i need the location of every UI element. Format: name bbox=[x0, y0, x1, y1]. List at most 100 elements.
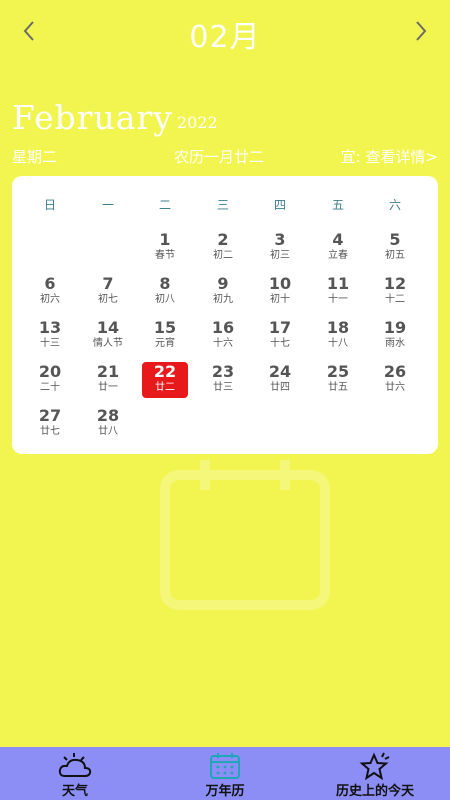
day-number: 26 bbox=[383, 362, 407, 381]
year-label: 2022 bbox=[177, 113, 218, 132]
lunar-day-label: 十一 bbox=[328, 294, 348, 305]
day-number: 6 bbox=[44, 274, 56, 293]
month-name-english: February bbox=[12, 98, 173, 137]
day-number: 5 bbox=[389, 230, 401, 249]
day-number: 4 bbox=[332, 230, 344, 249]
tab-calendar-label: 万年历 bbox=[205, 784, 245, 799]
lunar-day-label: 初六 bbox=[40, 294, 60, 305]
view-details-link[interactable]: 宜: 查看详情> bbox=[341, 146, 438, 167]
day-cell[interactable]: 16 十六 bbox=[200, 318, 246, 354]
tab-calendar[interactable]: 万年历 bbox=[170, 747, 280, 800]
weekday-6: 六 bbox=[388, 198, 401, 212]
next-month-button[interactable] bbox=[406, 14, 436, 48]
lunar-day-label: 廿五 bbox=[328, 382, 348, 393]
lunar-day-label: 初十 bbox=[270, 294, 290, 305]
day-number: 12 bbox=[383, 274, 407, 293]
day-number: 7 bbox=[102, 274, 114, 293]
day-number: 24 bbox=[268, 362, 292, 381]
day-cell[interactable]: 4 立春 bbox=[315, 230, 361, 266]
day-cell[interactable]: 14 情人节 bbox=[85, 318, 131, 354]
weekday-5: 五 bbox=[331, 198, 344, 212]
day-cell[interactable]: 9 初九 bbox=[200, 274, 246, 310]
day-number: 14 bbox=[96, 318, 120, 337]
day-cell[interactable]: 12 十二 bbox=[372, 274, 418, 310]
day-number: 10 bbox=[268, 274, 292, 293]
day-cell[interactable]: 7 初七 bbox=[85, 274, 131, 310]
weekday-2: 二 bbox=[158, 198, 171, 212]
day-cell[interactable]: 6 初六 bbox=[27, 274, 73, 310]
background-watermark bbox=[160, 460, 330, 610]
day-cell[interactable]: 23 廿三 bbox=[200, 362, 246, 398]
day-cell[interactable]: 26 廿六 bbox=[372, 362, 418, 398]
lunar-day-label: 十八 bbox=[328, 338, 348, 349]
lunar-day-label: 初二 bbox=[213, 250, 233, 261]
day-cell[interactable]: 25 廿五 bbox=[315, 362, 361, 398]
day-cell[interactable]: 3 初三 bbox=[257, 230, 303, 266]
month-title: 02月 bbox=[189, 20, 261, 55]
day-cell[interactable]: 15 元宵 bbox=[142, 318, 188, 354]
weekday-label: 星期二 bbox=[12, 148, 58, 166]
day-number: 9 bbox=[217, 274, 229, 293]
weekday-4: 四 bbox=[273, 198, 286, 212]
day-cell[interactable]: 28 廿八 bbox=[85, 406, 131, 442]
lunar-day-label: 初八 bbox=[155, 294, 175, 305]
day-cell[interactable]: 11 十一 bbox=[315, 274, 361, 310]
lunar-day-label: 元宵 bbox=[155, 338, 175, 349]
lunar-day-label: 初五 bbox=[385, 250, 405, 261]
day-cell[interactable]: 13 十三 bbox=[27, 318, 73, 354]
lunar-date-label: 农历一月廿二 bbox=[174, 148, 265, 166]
day-number: 23 bbox=[211, 362, 235, 381]
weekday-header: 日一二三四五六 bbox=[12, 196, 438, 212]
weather-cloud-sun-icon bbox=[58, 753, 92, 777]
day-number: 28 bbox=[96, 406, 120, 425]
day-cell[interactable]: 2 初二 bbox=[200, 230, 246, 266]
lunar-day-label: 十七 bbox=[270, 338, 290, 349]
day-cell[interactable]: 27 廿七 bbox=[27, 406, 73, 442]
day-number: 27 bbox=[38, 406, 62, 425]
tab-history-today[interactable]: 历史上的今天 bbox=[320, 747, 430, 800]
lunar-day-label: 初九 bbox=[213, 294, 233, 305]
day-number: 16 bbox=[211, 318, 235, 337]
lunar-day-label: 廿六 bbox=[385, 382, 405, 393]
day-number: 15 bbox=[153, 318, 177, 337]
lunar-day-label: 廿二 bbox=[155, 382, 175, 393]
day-cell[interactable]: 24 廿四 bbox=[257, 362, 303, 398]
day-cell[interactable]: 19 雨水 bbox=[372, 318, 418, 354]
day-cell[interactable]: 10 初十 bbox=[257, 274, 303, 310]
day-cell-selected[interactable]: 22 廿二 bbox=[142, 362, 188, 398]
lunar-day-label: 廿八 bbox=[98, 426, 118, 437]
lunar-day-label: 雨水 bbox=[385, 338, 405, 349]
lunar-day-label: 廿四 bbox=[270, 382, 290, 393]
lunar-day-label: 十二 bbox=[385, 294, 405, 305]
day-cell[interactable]: 21 廿一 bbox=[85, 362, 131, 398]
day-number: 20 bbox=[38, 362, 62, 381]
day-number: 17 bbox=[268, 318, 292, 337]
tab-weather[interactable]: 天气 bbox=[20, 747, 130, 800]
weekday-0: 日 bbox=[43, 198, 56, 212]
day-number: 8 bbox=[159, 274, 171, 293]
tab-history-label: 历史上的今天 bbox=[335, 784, 414, 799]
day-cell[interactable]: 8 初八 bbox=[142, 274, 188, 310]
top-bar: 02月 bbox=[0, 0, 450, 64]
day-number: 19 bbox=[383, 318, 407, 337]
day-number: 21 bbox=[96, 362, 120, 381]
calendar-icon bbox=[210, 753, 240, 779]
day-number: 1 bbox=[159, 230, 171, 249]
weekday-3: 三 bbox=[216, 198, 229, 212]
lunar-day-label: 初三 bbox=[270, 250, 290, 261]
lunar-day-label: 廿一 bbox=[98, 382, 118, 393]
lunar-day-label: 廿七 bbox=[40, 426, 60, 437]
star-icon bbox=[359, 752, 390, 780]
day-cell[interactable]: 1 春节 bbox=[142, 230, 188, 266]
day-number: 13 bbox=[38, 318, 62, 337]
day-cell[interactable]: 5 初五 bbox=[372, 230, 418, 266]
lunar-day-label: 十六 bbox=[213, 338, 233, 349]
day-number: 2 bbox=[217, 230, 229, 249]
lunar-day-label: 情人节 bbox=[93, 338, 123, 349]
day-number: 25 bbox=[326, 362, 350, 381]
day-cell[interactable]: 17 十七 bbox=[257, 318, 303, 354]
day-number: 18 bbox=[326, 318, 350, 337]
day-cell[interactable]: 20 二十 bbox=[27, 362, 73, 398]
lunar-day-label: 立春 bbox=[328, 250, 348, 261]
day-cell[interactable]: 18 十八 bbox=[315, 318, 361, 354]
